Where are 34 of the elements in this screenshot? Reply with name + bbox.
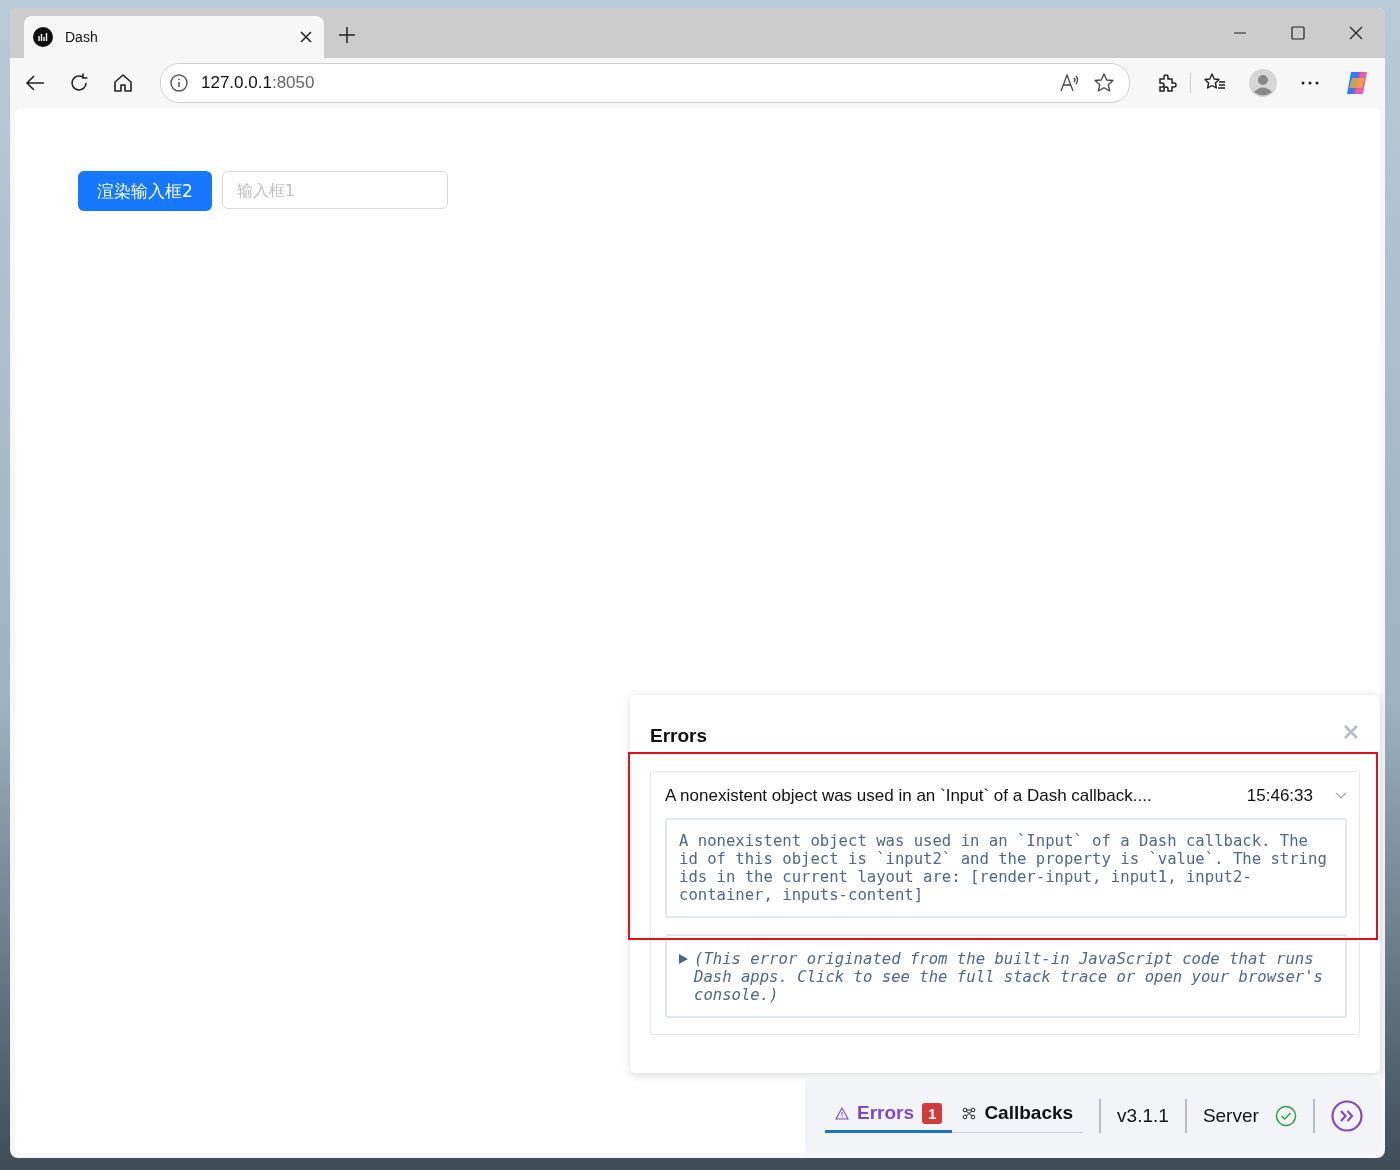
info-icon bbox=[169, 73, 189, 93]
error-count-badge: 1 bbox=[922, 1102, 943, 1124]
tab-label: Callbacks bbox=[984, 1102, 1074, 1124]
expand-chevrons-icon[interactable] bbox=[1330, 1099, 1363, 1132]
version-text: v3.1.1 bbox=[1117, 1104, 1169, 1127]
url-text: 127.0.0.1:8050 bbox=[201, 73, 315, 93]
chart-logo-icon bbox=[33, 27, 53, 47]
maximize-icon[interactable] bbox=[1291, 26, 1305, 40]
devtools-tab[interactable]: Errors 1 bbox=[825, 1098, 953, 1133]
home-icon[interactable] bbox=[112, 72, 134, 94]
triangle-right-icon[interactable] bbox=[679, 954, 688, 964]
panel-title: Errors bbox=[650, 725, 708, 747]
warning-icon bbox=[835, 1106, 849, 1120]
address-bar[interactable]: 127.0.0.1:8050 bbox=[160, 63, 1130, 103]
profile-avatar-icon[interactable] bbox=[1249, 69, 1277, 97]
plus-icon[interactable] bbox=[338, 26, 356, 44]
nodes-icon bbox=[962, 1106, 977, 1120]
browser-tab[interactable]: Dash bbox=[24, 16, 324, 58]
render-input-button[interactable]: 渲染输入框2 bbox=[78, 171, 212, 211]
error-time: 15:46:33 bbox=[1246, 786, 1313, 806]
close-icon[interactable] bbox=[1349, 26, 1363, 40]
devtools-tab[interactable]: Callbacks bbox=[952, 1098, 1084, 1133]
close-icon[interactable] bbox=[300, 31, 312, 43]
tab-title: Dash bbox=[65, 29, 99, 45]
check-circle-icon bbox=[1274, 1104, 1297, 1127]
reload-icon[interactable] bbox=[68, 72, 90, 94]
tab-label: Errors bbox=[857, 1102, 915, 1124]
error-message: A nonexistent object was used in an `Input` of a Dash callback. The id of this object is `input2` and the property is `value`. The string ids in the current layout are: [render-input, input1, input2-container, inputs-content] bbox=[665, 818, 1347, 918]
input-field[interactable]: 输入框1 bbox=[221, 171, 448, 209]
puzzle-piece-icon[interactable] bbox=[1156, 72, 1178, 94]
server-status-text: Server bbox=[1202, 1104, 1259, 1127]
star-icon[interactable] bbox=[1093, 72, 1115, 94]
error-summary[interactable]: A nonexistent object was used in an `Input` of a Dash callback.... bbox=[665, 786, 1237, 806]
read-aloud-icon[interactable] bbox=[1059, 72, 1081, 94]
